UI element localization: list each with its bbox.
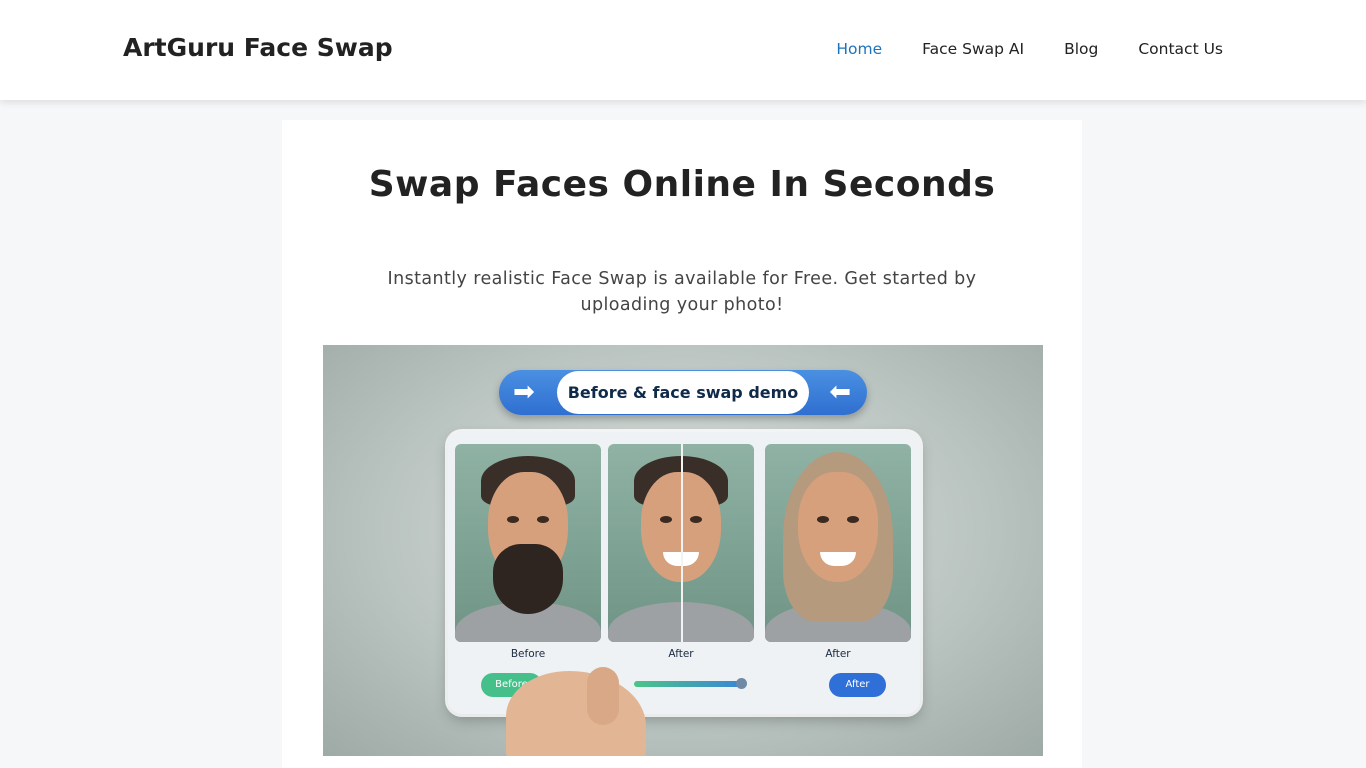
arrow-left-icon: ⬅ <box>829 377 851 407</box>
arrow-right-icon: ➡ <box>513 377 535 407</box>
thumb-graphic <box>587 667 619 725</box>
page-subtitle: Instantly realistic Face Swap is availab… <box>387 269 977 315</box>
nav-home[interactable]: Home <box>836 40 882 58</box>
slider-knob-graphic <box>736 678 747 689</box>
nav-face-swap-ai[interactable]: Face Swap AI <box>922 40 1024 58</box>
slider-track-graphic <box>634 681 742 687</box>
after-photo <box>765 444 911 642</box>
after-photo-split <box>608 444 754 642</box>
site-header: ArtGuru Face Swap Home Face Swap AI Blog… <box>0 0 1366 100</box>
caption-after-2: After <box>825 648 851 660</box>
after-button-graphic: After <box>829 673 886 697</box>
demo-banner-text: Before & face swap demo <box>557 371 809 414</box>
split-divider <box>681 444 683 642</box>
caption-after-1: After <box>668 648 694 660</box>
before-photo <box>455 444 601 642</box>
main-content: Swap Faces Online In Seconds Instantly r… <box>282 120 1082 768</box>
caption-before: Before <box>510 648 546 660</box>
demo-banner: ➡ Before & face swap demo ⬅ <box>499 370 867 415</box>
nav-blog[interactable]: Blog <box>1064 40 1098 58</box>
page-title: Swap Faces Online In Seconds <box>368 164 996 205</box>
hero-image: ➡ Before & face swap demo ⬅ Before After… <box>323 345 1043 756</box>
brand-logo-link[interactable]: ArtGuru Face Swap <box>123 33 393 62</box>
comparison-card: Before After After Before After <box>448 432 920 714</box>
main-nav: Home Face Swap AI Blog Contact Us <box>796 40 1223 58</box>
nav-contact-us[interactable]: Contact Us <box>1138 40 1223 58</box>
